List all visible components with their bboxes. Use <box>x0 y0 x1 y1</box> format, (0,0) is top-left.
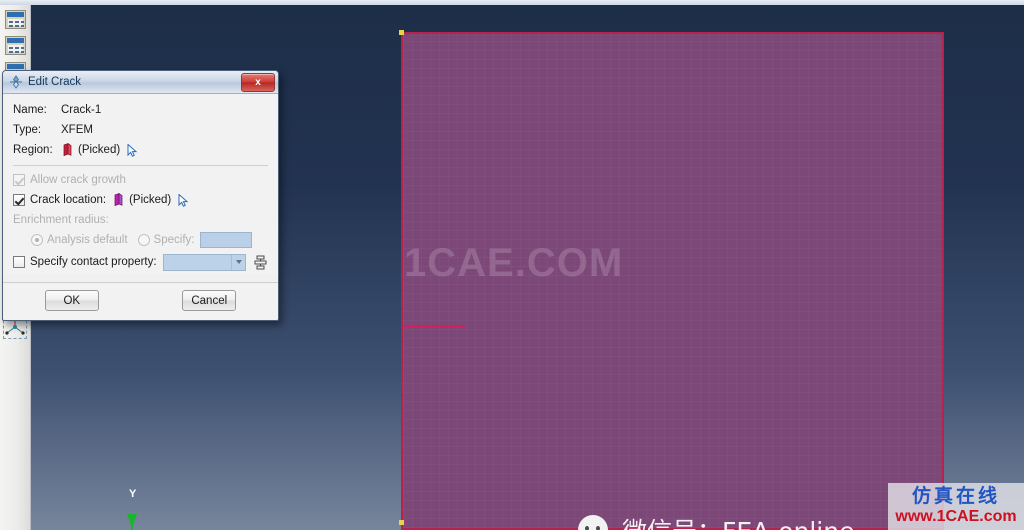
crack-location-label: Crack location: <box>30 194 107 206</box>
ok-button[interactable]: OK <box>44 290 99 311</box>
crack-location-checkbox[interactable] <box>13 194 25 206</box>
module-icon-2[interactable] <box>5 36 26 55</box>
module-icon-1-body <box>8 19 24 27</box>
dialog-title: Edit Crack <box>28 76 82 88</box>
analysis-default-radio <box>31 234 43 246</box>
region-solid-icon <box>63 143 72 157</box>
specify-radius-input <box>200 232 253 248</box>
specify-radius-radio <box>137 234 150 246</box>
pick-cursor-icon[interactable] <box>127 143 138 157</box>
bottom-watermark-text: 微信号：FEA-online <box>622 512 854 530</box>
site-logo-watermark: 仿真在线 www.1CAE.com <box>888 483 1024 530</box>
crack-location-solid-icon <box>114 193 123 207</box>
cancel-button[interactable]: Cancel <box>182 290 237 311</box>
bottom-watermark: 微信号：FEA-online <box>578 512 854 530</box>
type-value: XFEM <box>61 124 93 136</box>
crack-icon <box>10 75 22 89</box>
axis-triad-icon <box>127 514 137 530</box>
region-label: Region: <box>13 144 53 156</box>
edit-crack-dialog[interactable]: Edit Crack x Name: Crack-1 Type: XFEM Re… <box>2 70 279 321</box>
name-value: Crack-1 <box>61 104 102 116</box>
enrichment-radius-row: Enrichment radius: <box>13 210 268 230</box>
dialog-titlebar[interactable]: Edit Crack x <box>3 71 278 94</box>
contact-property-select[interactable] <box>162 253 246 271</box>
contact-property-row[interactable]: Specify contact property: <box>13 250 268 274</box>
node-marker-top-left <box>399 30 404 35</box>
dialog-body: Name: Crack-1 Type: XFEM Region: (Picked… <box>3 94 278 274</box>
crack-location-pick-cursor-icon[interactable] <box>178 193 189 207</box>
type-row: Type: XFEM <box>13 120 268 140</box>
allow-crack-growth-checkbox <box>13 174 25 186</box>
type-label: Type: <box>13 124 42 136</box>
region-row[interactable]: Region: (Picked) <box>13 140 268 160</box>
top-toolbar-strip <box>0 0 1024 5</box>
enrichment-options-row: Analysis default Specify: <box>13 230 268 250</box>
crack-location-value: (Picked) <box>129 194 172 206</box>
region-value: (Picked) <box>78 144 121 156</box>
axis-label-y: Y <box>129 488 137 500</box>
module-icon-1[interactable] <box>5 10 26 29</box>
crack-seam-line <box>403 325 465 327</box>
axis-triad: Y <box>110 488 170 530</box>
center-watermark: 1CAE.COM <box>404 241 624 285</box>
dialog-button-row: OK Cancel <box>3 282 278 320</box>
site-logo-en: www.1CAE.com <box>895 508 1017 525</box>
crack-location-row[interactable]: Crack location: (Picked) <box>13 190 268 210</box>
app-root: 1CAE.COM 微信号：FEA-online 仿真在线 www.1CAE.co… <box>0 0 1024 530</box>
edit-contact-property-icon[interactable] <box>253 255 268 270</box>
module-icon-2-header <box>7 38 24 43</box>
divider-1 <box>13 165 268 166</box>
allow-crack-growth-label: Allow crack growth <box>30 174 126 186</box>
name-label: Name: <box>13 104 47 116</box>
avatar-icon <box>578 515 608 530</box>
name-row: Name: Crack-1 <box>13 100 268 120</box>
module-icon-1-header <box>7 12 24 17</box>
specify-contact-property-checkbox[interactable] <box>13 256 25 268</box>
chevron-down-icon[interactable] <box>231 254 245 270</box>
analysis-default-label: Analysis default <box>47 234 128 246</box>
specify-radius-label: Specify: <box>153 234 195 246</box>
enrichment-radius-label: Enrichment radius: <box>13 214 109 226</box>
node-marker-bottom-left <box>399 520 404 525</box>
module-icon-2-body <box>8 45 24 53</box>
close-icon[interactable]: x <box>241 72 275 92</box>
module-icon-3-header <box>7 64 24 69</box>
allow-growth-row: Allow crack growth <box>13 170 268 190</box>
specify-contact-property-label: Specify contact property: <box>30 256 157 268</box>
site-logo-cn: 仿真在线 <box>911 485 1000 507</box>
